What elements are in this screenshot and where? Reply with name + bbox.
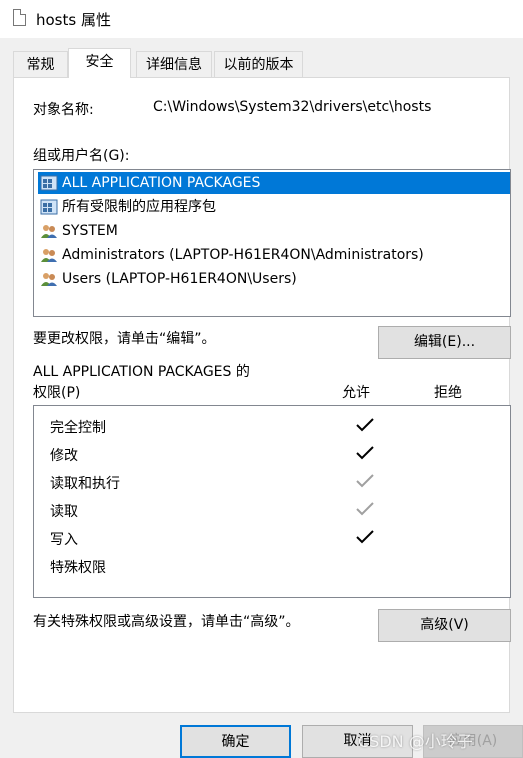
app-packages-icon (40, 175, 58, 191)
check-icon (356, 502, 374, 516)
object-name-value: C:\Windows\System32\drivers\etc\hosts (153, 99, 432, 115)
permission-row: 读取 (50, 498, 490, 522)
ok-button-label: 确定 (221, 734, 250, 750)
tab-previous-versions[interactable]: 以前的版本 (214, 51, 303, 78)
edit-button-label: 编辑(E)... (413, 334, 476, 350)
title-bar: hosts 属性 (0, 0, 523, 38)
check-icon (356, 530, 374, 544)
permission-row: 完全控制 (50, 414, 490, 438)
tab-details[interactable]: 详细信息 (136, 51, 212, 78)
permission-name: 修改 (50, 448, 78, 464)
list-item[interactable]: Users (LAPTOP-H61ER4ON\Users) (38, 268, 510, 290)
edit-hint: 要更改权限，请单击“编辑”。 (33, 331, 216, 347)
list-item-label: 所有受限制的应用程序包 (62, 199, 216, 215)
permission-row: 写入 (50, 526, 490, 550)
tab-label: 安全 (85, 54, 114, 70)
advanced-button-label: 高级(V) (420, 617, 469, 633)
app-packages-icon (40, 199, 58, 215)
list-item[interactable]: SYSTEM (38, 220, 510, 242)
edit-button[interactable]: 编辑(E)... (378, 326, 511, 359)
permission-row: 读取和执行 (50, 470, 490, 494)
ok-button[interactable]: 确定 (180, 725, 291, 758)
permission-name: 写入 (50, 532, 78, 548)
permission-name: 完全控制 (50, 420, 106, 436)
groups-listbox[interactable]: ALL APPLICATION PACKAGES 所有受限制的应用程序包 SYS… (33, 169, 511, 317)
watermark: CSDN @小玲子 (358, 732, 473, 751)
window-title: hosts 属性 (36, 11, 111, 29)
advanced-hint: 有关特殊权限或高级设置，请单击“高级”。 (33, 614, 300, 630)
check-icon (356, 418, 374, 432)
list-item[interactable]: Administrators (LAPTOP-H61ER4ON\Administ… (38, 244, 510, 266)
check-icon (356, 474, 374, 488)
groups-label: 组或用户名(G): (33, 148, 130, 164)
tab-label: 详细信息 (146, 57, 202, 73)
permissions-list: 完全控制 修改 读取和执行 读取 写入 特殊权限 (33, 405, 511, 598)
permission-name: 读取和执行 (50, 476, 120, 492)
list-item[interactable]: ALL APPLICATION PACKAGES (38, 172, 510, 194)
permission-name: 读取 (50, 504, 78, 520)
tab-label: 常规 (26, 57, 55, 73)
allow-column-header: 允许 (342, 385, 370, 401)
list-item-label: Administrators (LAPTOP-H61ER4ON\Administ… (62, 247, 424, 263)
permission-row: 修改 (50, 442, 490, 466)
permission-row: 特殊权限 (50, 554, 490, 578)
deny-column-header: 拒绝 (434, 385, 462, 401)
list-item-label: SYSTEM (62, 223, 118, 239)
tab-label: 以前的版本 (223, 57, 294, 73)
list-item[interactable]: 所有受限制的应用程序包 (38, 196, 510, 218)
advanced-button[interactable]: 高级(V) (378, 609, 511, 642)
permissions-label: 权限(P) (33, 385, 81, 401)
list-item-label: Users (LAPTOP-H61ER4ON\Users) (62, 271, 297, 287)
tab-general[interactable]: 常规 (13, 51, 68, 78)
permission-name: 特殊权限 (50, 560, 106, 576)
users-icon (41, 225, 57, 238)
list-item-label: ALL APPLICATION PACKAGES (62, 175, 261, 191)
permissions-title: ALL APPLICATION PACKAGES 的 (33, 364, 250, 380)
users-icon (41, 249, 57, 262)
users-icon (41, 273, 57, 286)
object-name-label: 对象名称: (33, 102, 94, 118)
check-icon (356, 446, 374, 460)
file-icon (13, 9, 26, 26)
tab-security[interactable]: 安全 (68, 48, 131, 78)
